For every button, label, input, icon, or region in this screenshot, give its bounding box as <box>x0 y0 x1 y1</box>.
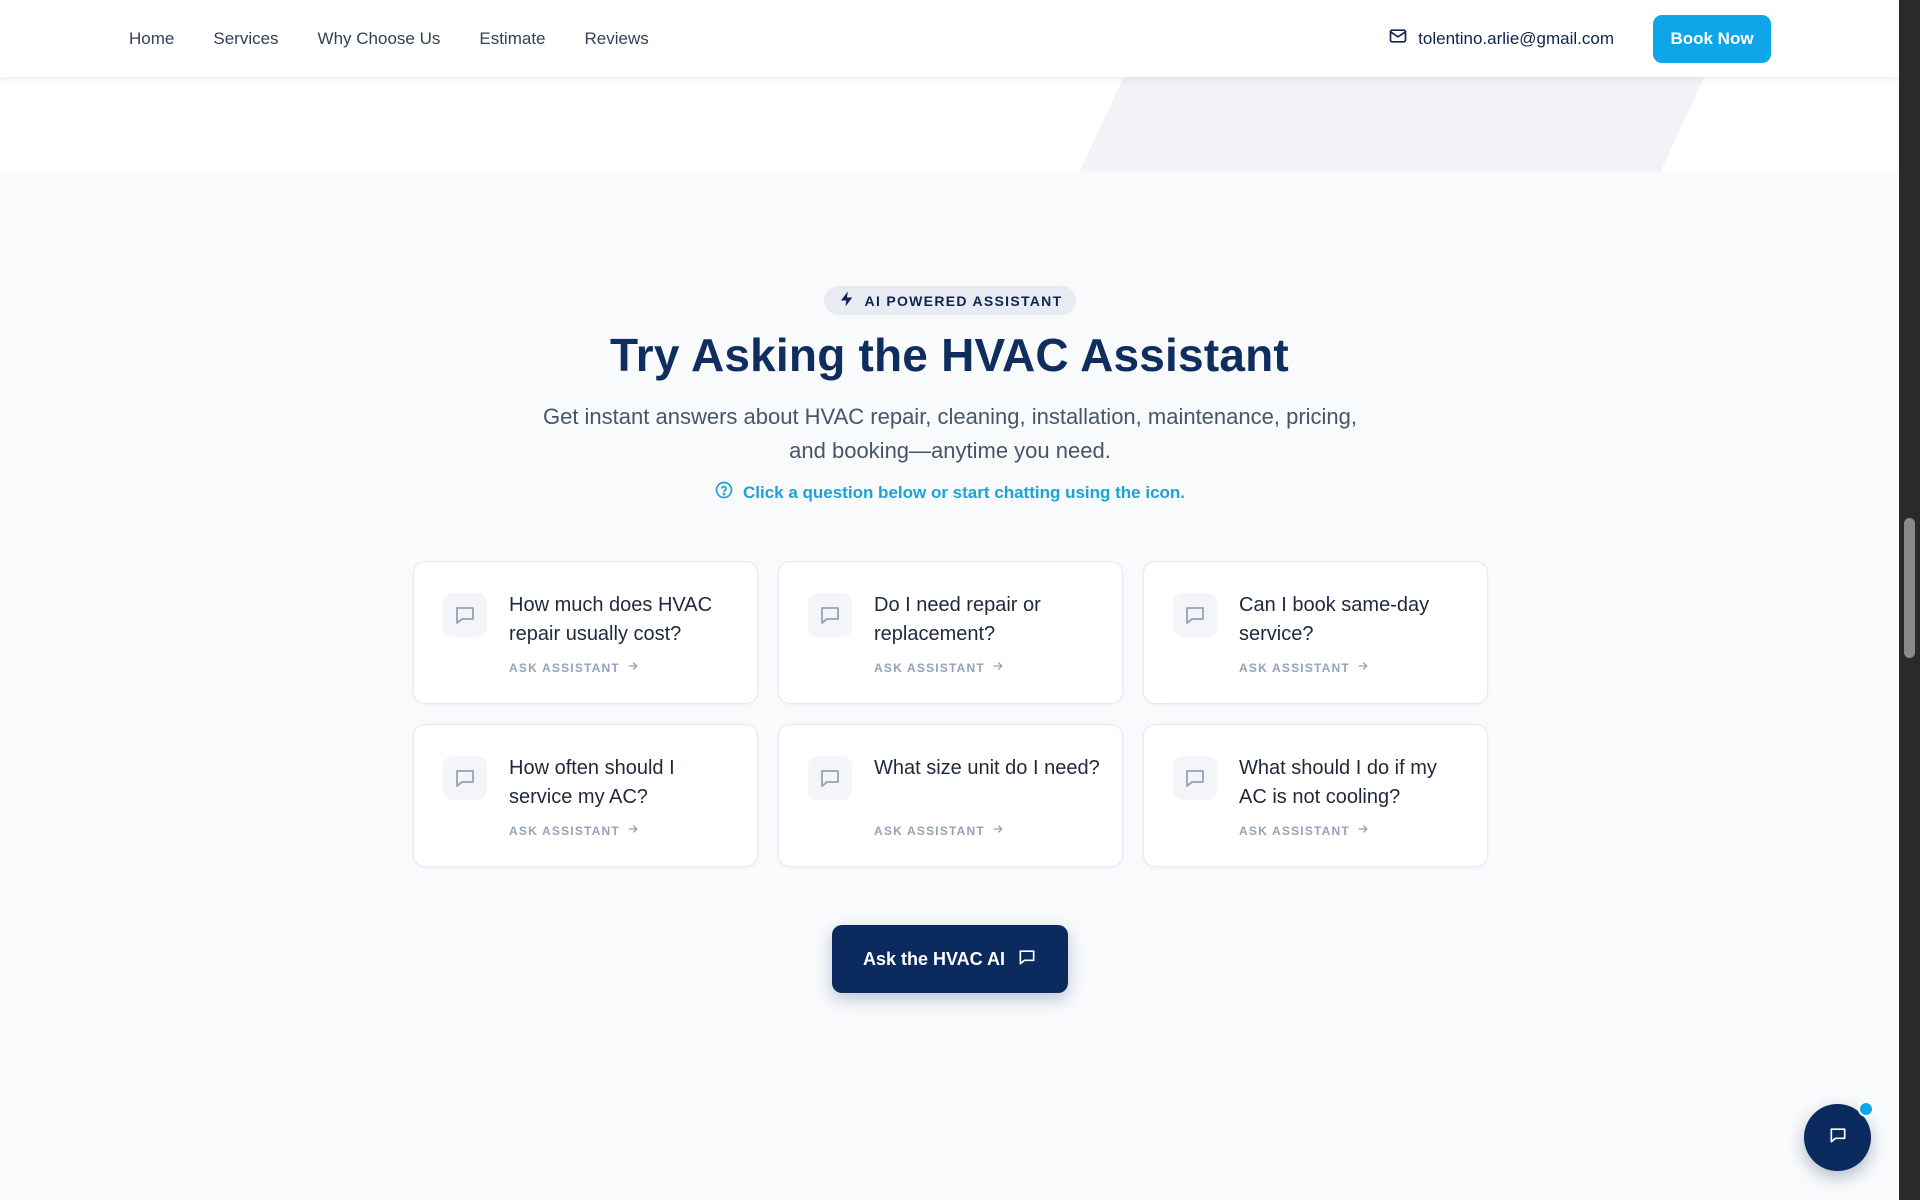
assistant-section: AI POWERED ASSISTANT Try Asking the HVAC… <box>0 171 1899 1200</box>
scrollbar-thumb[interactable] <box>1904 518 1915 658</box>
lightning-icon <box>838 290 856 311</box>
ask-assistant-label: ASK ASSISTANT <box>874 823 985 838</box>
section-title: Try Asking the HVAC Assistant <box>610 329 1289 381</box>
question-text: How much does HVAC repair usually cost? <box>509 594 713 645</box>
nav-link-estimate[interactable]: Estimate <box>479 29 545 49</box>
section-subtitle: Get instant answers about HVAC repair, c… <box>542 404 1358 463</box>
ask-hvac-ai-button[interactable]: Ask the HVAC AI <box>832 925 1068 993</box>
nav-link-home[interactable]: Home <box>129 29 174 49</box>
page-scrollbar[interactable] <box>1899 0 1920 1200</box>
navbar: Home Services Why Choose Us Estimate Rev… <box>0 0 1899 77</box>
nav-links: Home Services Why Choose Us Estimate Rev… <box>129 29 649 49</box>
ask-assistant-label: ASK ASSISTANT <box>509 660 620 675</box>
question-cards-grid: How much does HVAC repair usually cost? … <box>413 561 1488 867</box>
arrow-right-icon <box>627 660 639 675</box>
question-card[interactable]: Do I need repair or replacement? ASK ASS… <box>778 561 1123 704</box>
chat-bubble-icon <box>1173 756 1217 800</box>
arrow-right-icon <box>1357 660 1369 675</box>
question-text: Can I book same-day service? <box>1239 594 1430 645</box>
ask-assistant-label: ASK ASSISTANT <box>509 823 620 838</box>
question-text: What size unit do I need? <box>874 757 1100 779</box>
email-text: tolentino.arlie@gmail.com <box>1418 28 1614 48</box>
question-text: Do I need repair or replacement? <box>874 594 1041 645</box>
chat-bubble-icon <box>808 593 852 637</box>
ai-badge-label: AI POWERED ASSISTANT <box>864 292 1063 309</box>
ask-assistant-link[interactable]: ASK ASSISTANT <box>874 660 1004 675</box>
ask-assistant-label: ASK ASSISTANT <box>1239 823 1350 838</box>
book-now-button[interactable]: Book Now <box>1653 14 1771 63</box>
chat-bubble-icon <box>1017 947 1037 972</box>
ask-assistant-link[interactable]: ASK ASSISTANT <box>509 823 639 838</box>
question-card[interactable]: How much does HVAC repair usually cost? … <box>413 561 758 704</box>
chat-bubble-icon <box>443 756 487 800</box>
ask-assistant-label: ASK ASSISTANT <box>874 660 985 675</box>
question-text: How often should I service my AC? <box>509 757 675 808</box>
question-card[interactable]: Can I book same-day service? ASK ASSISTA… <box>1143 561 1488 704</box>
question-card[interactable]: How often should I service my AC? ASK AS… <box>413 724 758 867</box>
chat-bubble-icon <box>808 756 852 800</box>
ask-assistant-label: ASK ASSISTANT <box>1239 660 1350 675</box>
arrow-right-icon <box>1357 823 1369 838</box>
hint-text: Click a question below or start chatting… <box>742 482 1186 502</box>
question-text: What should I do if my AC is not cooling… <box>1239 757 1437 808</box>
ask-assistant-link[interactable]: ASK ASSISTANT <box>509 660 639 675</box>
mail-icon <box>1388 26 1408 51</box>
arrow-right-icon <box>992 823 1004 838</box>
notification-dot <box>1858 1101 1874 1117</box>
nav-link-services[interactable]: Services <box>213 29 278 49</box>
nav-link-why-choose-us[interactable]: Why Choose Us <box>318 29 441 49</box>
ai-badge: AI POWERED ASSISTANT <box>824 286 1076 315</box>
chat-bubble-icon <box>1828 1125 1848 1150</box>
nav-right: tolentino.arlie@gmail.com Book Now <box>1388 14 1771 63</box>
email-link[interactable]: tolentino.arlie@gmail.com <box>1388 26 1614 51</box>
arrow-right-icon <box>992 660 1004 675</box>
chat-bubble-icon <box>443 593 487 637</box>
question-card[interactable]: What size unit do I need? ASK ASSISTANT <box>778 724 1123 867</box>
chat-bubble-icon <box>1173 593 1217 637</box>
ask-assistant-link[interactable]: ASK ASSISTANT <box>874 823 1004 838</box>
ask-assistant-link[interactable]: ASK ASSISTANT <box>1239 823 1369 838</box>
ask-hvac-ai-label: Ask the HVAC AI <box>862 948 1006 969</box>
hint-text-row: Click a question below or start chatting… <box>0 480 1899 505</box>
arrow-right-icon <box>627 823 639 838</box>
question-circle-icon <box>714 480 734 505</box>
nav-link-reviews[interactable]: Reviews <box>585 29 649 49</box>
question-card[interactable]: What should I do if my AC is not cooling… <box>1143 724 1488 867</box>
ask-assistant-link[interactable]: ASK ASSISTANT <box>1239 660 1369 675</box>
